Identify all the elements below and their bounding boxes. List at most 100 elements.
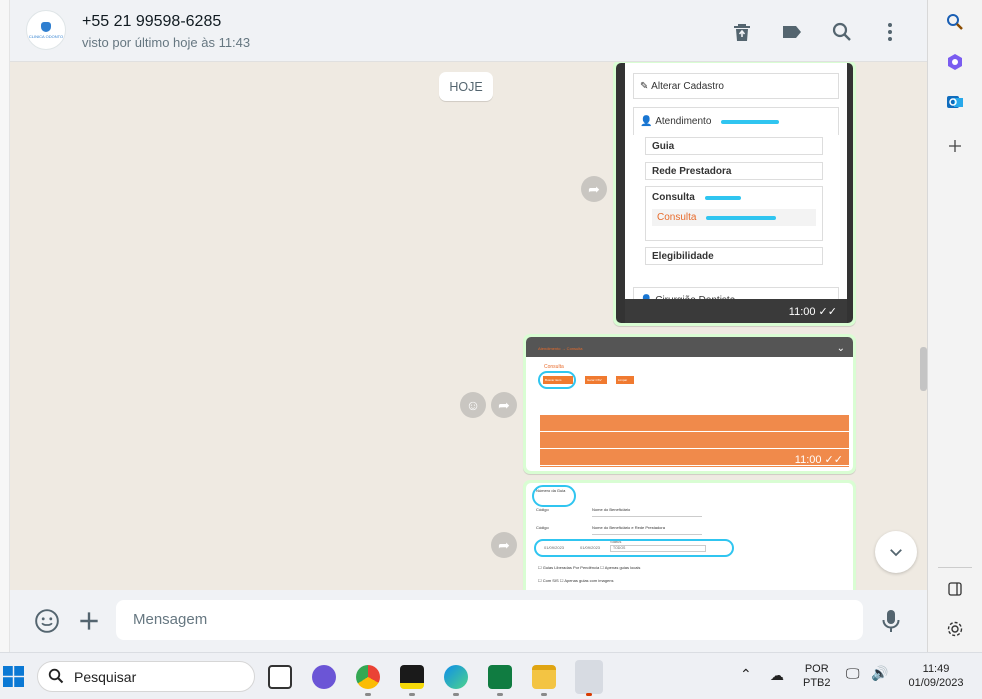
- running-indicator: [409, 693, 415, 696]
- sticky-notes-icon[interactable]: [400, 665, 424, 689]
- image-message-1[interactable]: ✎ Alterar Cadastro 👤 Atendimento Guia Re…: [613, 62, 856, 326]
- forward-icon[interactable]: ➦: [581, 176, 607, 202]
- language-indicator[interactable]: POR PTB2: [803, 662, 831, 690]
- image-row: Consulta Consulta: [645, 186, 823, 241]
- chrome-icon[interactable]: [356, 665, 380, 689]
- volume-icon[interactable]: 🔊: [871, 666, 888, 680]
- image-row: Guia: [645, 137, 823, 155]
- emoji-icon[interactable]: [34, 608, 60, 634]
- excel-icon[interactable]: [488, 665, 512, 689]
- taskbar-search[interactable]: Pesquisar: [37, 661, 255, 692]
- row-text: Consulta: [652, 192, 695, 203]
- chevron-up-icon[interactable]: ⌃: [740, 667, 752, 681]
- running-indicator: [541, 693, 547, 696]
- row-text: Guia: [652, 140, 675, 152]
- search-icon: [48, 668, 64, 684]
- form-label: Código: [536, 507, 549, 512]
- running-indicator: [497, 693, 503, 696]
- emoji-reaction-icon[interactable]: ☺: [460, 392, 486, 418]
- table-row: [540, 432, 849, 449]
- image-message-3[interactable]: Número da Guia Código Nome do Beneficiár…: [523, 480, 856, 590]
- row-text: Consulta: [657, 212, 697, 223]
- form-label: Código: [536, 525, 549, 530]
- screenshot-image[interactable]: Atendimento → Consulta Consulta Buscar i…: [526, 337, 853, 471]
- checkbox-row: ☐ Guias Liberadas Por Pendência ☐ Apenas…: [538, 565, 641, 570]
- plus-attach-icon[interactable]: [76, 608, 102, 634]
- redaction-mark: [704, 196, 741, 200]
- microphone-icon[interactable]: [879, 608, 903, 634]
- breadcrumb: Atendimento → Consulta: [538, 346, 583, 351]
- input-line: [592, 516, 702, 517]
- menu-kebab-icon[interactable]: [878, 20, 902, 44]
- csv-button: Gerar CSV: [585, 376, 607, 384]
- message-time: 11:00 ✓✓: [788, 306, 837, 318]
- onedrive-cloud-icon[interactable]: ☁: [770, 668, 784, 682]
- redaction-mark: [706, 216, 777, 220]
- clock-date: 01/09/2023: [908, 677, 964, 689]
- outlook-icon[interactable]: [946, 93, 964, 111]
- highlight-circle: [534, 539, 734, 557]
- running-indicator: [365, 693, 371, 696]
- image-row: ✎ Alterar Cadastro: [633, 73, 839, 99]
- sidebar-toggle-icon[interactable]: [946, 580, 964, 598]
- highlight-circle: [532, 485, 576, 507]
- form-label: Nome do Beneficiário e Rede Prestadora: [592, 525, 665, 530]
- scroll-down-button[interactable]: [875, 531, 917, 573]
- screenshot-image[interactable]: Número da Guia Código Nome do Beneficiár…: [526, 483, 853, 590]
- teams-chat-icon[interactable]: [312, 665, 336, 689]
- chevron-down-icon[interactable]: ⌄: [837, 343, 845, 354]
- snipping-tool-icon[interactable]: [575, 660, 603, 694]
- screenshot-image[interactable]: ✎ Alterar Cadastro 👤 Atendimento Guia Re…: [616, 63, 853, 323]
- task-view-icon[interactable]: [268, 665, 292, 689]
- redaction-mark: [721, 119, 780, 124]
- highlight-circle: [538, 371, 576, 389]
- date-chip: HOJE: [439, 72, 493, 101]
- add-icon[interactable]: [946, 137, 964, 155]
- image-row: Rede Prestadora: [645, 162, 823, 180]
- keyboard-layout: PTB2: [803, 677, 831, 689]
- page-title: Consulta: [544, 364, 564, 370]
- search-icon[interactable]: [830, 20, 854, 44]
- edge-sidebar: [928, 0, 982, 652]
- chat-area[interactable]: HOJE ➦ ✎ Alterar Cadastro 👤 Atendimento …: [10, 62, 927, 590]
- search-icon[interactable]: [946, 13, 964, 31]
- tooth-logo-icon: [41, 21, 51, 32]
- checkbox-row: ☐ Com SIS ☐ Apenas guias com imagens: [538, 578, 614, 583]
- windows-start-icon[interactable]: [3, 666, 24, 687]
- contact-name[interactable]: +55 21 99598-6285: [82, 13, 221, 31]
- image-row: Elegibilidade: [645, 247, 823, 265]
- running-indicator: [586, 693, 592, 696]
- network-icon[interactable]: 🖵: [846, 666, 860, 680]
- clear-button: Limpar: [616, 376, 634, 384]
- language-code: POR: [804, 663, 829, 675]
- message-time: 11:00 ✓✓: [794, 454, 843, 466]
- forward-icon[interactable]: ➦: [491, 392, 517, 418]
- running-indicator: [453, 693, 459, 696]
- image-row: 👤 Atendimento: [633, 107, 839, 135]
- sub-row: Consulta: [652, 209, 816, 226]
- table-row: [540, 466, 849, 471]
- chat-header[interactable]: CLINICA ODONTO +55 21 99598-6285 visto p…: [10, 0, 927, 62]
- trash-icon[interactable]: [730, 20, 754, 44]
- windows-taskbar: Pesquisar ⌃ ☁ POR PTB2 🖵 🔊 11:49 01/09/2…: [0, 652, 982, 699]
- table-row: [540, 415, 849, 432]
- file-explorer-icon[interactable]: [532, 665, 556, 689]
- edit-icon: ✎: [640, 80, 652, 92]
- clock-time: 11:49: [922, 663, 950, 675]
- row-text: Alterar Cadastro: [651, 80, 724, 92]
- forward-icon[interactable]: ➦: [491, 532, 517, 558]
- table-header: [540, 403, 849, 415]
- last-seen-status: visto por último hoje às 11:43: [82, 35, 251, 50]
- divider: [938, 567, 972, 568]
- image-message-2[interactable]: Atendimento → Consulta Consulta Buscar i…: [523, 334, 856, 474]
- edge-browser-icon[interactable]: [444, 665, 468, 689]
- label-icon[interactable]: [780, 20, 804, 44]
- message-input[interactable]: Mensagem: [116, 600, 863, 640]
- avatar[interactable]: CLINICA ODONTO: [26, 10, 66, 50]
- copilot-icon[interactable]: [946, 53, 964, 71]
- settings-gear-icon[interactable]: [946, 620, 964, 638]
- clock[interactable]: 11:49 01/09/2023: [902, 662, 970, 690]
- chat-scrollbar[interactable]: [920, 347, 927, 391]
- input-line: [592, 534, 702, 535]
- chevron-down-icon: [890, 549, 902, 557]
